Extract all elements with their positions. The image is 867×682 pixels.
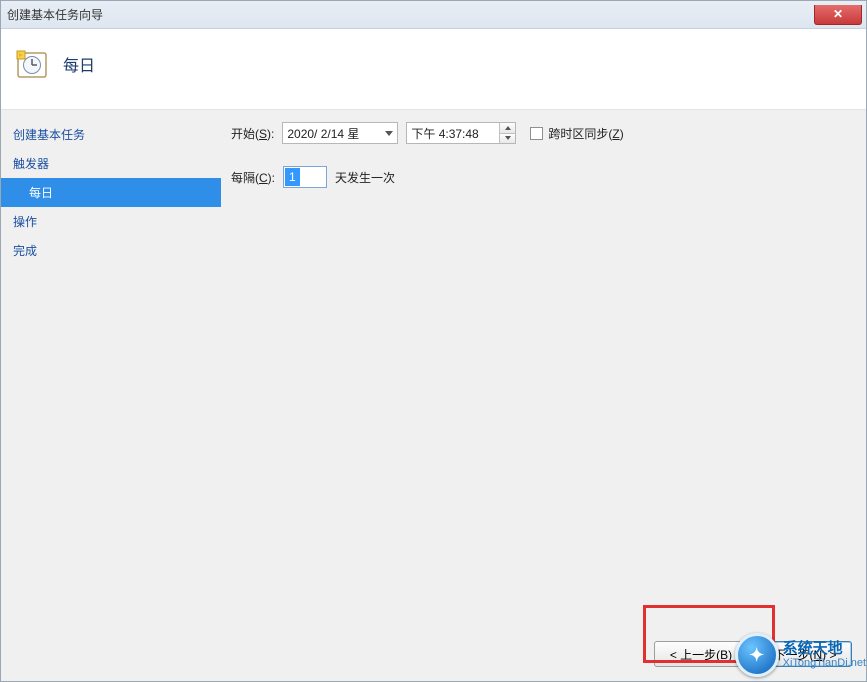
- wizard-content: 开始(S): 2020/ 2/14 星 下午 4:37:48: [221, 110, 866, 681]
- arrow-down-icon: [505, 136, 511, 140]
- wizard-header: 每日: [1, 29, 866, 110]
- sidebar-item-label: 完成: [13, 244, 37, 258]
- spinner-up-button[interactable]: [500, 123, 515, 133]
- chevron-down-icon: [385, 131, 393, 136]
- next-button[interactable]: 下一步(N) >: [758, 641, 852, 667]
- page-title: 每日: [63, 52, 95, 76]
- start-time-picker[interactable]: 下午 4:37:48: [406, 122, 516, 144]
- wizard-body: 创建基本任务 触发器 每日 操作 完成 开始(S): 2020/: [1, 110, 866, 681]
- time-spinner: [499, 123, 515, 143]
- sidebar-item-label: 操作: [13, 215, 37, 229]
- sync-timezone-checkbox[interactable]: [530, 127, 543, 140]
- arrow-up-icon: [505, 126, 511, 130]
- wizard-window: 创建基本任务向导 ✕ 每日 创建基本任务 触发器: [0, 0, 867, 682]
- recur-suffix-label: 天发生一次: [335, 169, 395, 186]
- sidebar-item-action[interactable]: 操作: [1, 207, 221, 236]
- start-row: 开始(S): 2020/ 2/14 星 下午 4:37:48: [231, 122, 856, 144]
- recur-days-value: 1: [285, 168, 300, 186]
- spinner-down-button[interactable]: [500, 133, 515, 144]
- recur-row: 每隔(C): 1 天发生一次: [231, 166, 856, 188]
- schedule-icon: [15, 47, 49, 81]
- recur-label: 每隔(C):: [231, 169, 275, 186]
- start-label: 开始(S):: [231, 125, 274, 142]
- recur-days-input[interactable]: 1: [283, 166, 327, 188]
- time-value: 下午 4:37:48: [411, 125, 478, 142]
- date-value: 2020/ 2/14 星: [287, 125, 359, 142]
- sidebar-item-label: 每日: [29, 186, 53, 200]
- sync-timezone-label: 跨时区同步(Z): [548, 125, 623, 142]
- wizard-footer: < 上一步(B) 下一步(N) >: [654, 641, 852, 667]
- sidebar-item-trigger[interactable]: 触发器: [1, 149, 221, 178]
- start-date-picker[interactable]: 2020/ 2/14 星: [282, 122, 398, 144]
- titlebar: 创建基本任务向导 ✕: [1, 1, 866, 29]
- sidebar-item-label: 创建基本任务: [13, 128, 85, 142]
- window-title: 创建基本任务向导: [7, 6, 103, 23]
- sidebar-item-create-basic-task[interactable]: 创建基本任务: [1, 120, 221, 149]
- wizard-steps-sidebar: 创建基本任务 触发器 每日 操作 完成: [1, 110, 221, 681]
- close-button[interactable]: ✕: [814, 5, 862, 25]
- sync-timezone-option: 跨时区同步(Z): [530, 125, 623, 142]
- back-button[interactable]: < 上一步(B): [654, 641, 748, 667]
- sidebar-item-label: 触发器: [13, 157, 49, 171]
- sidebar-item-daily[interactable]: 每日: [1, 178, 221, 207]
- close-icon: ✕: [833, 7, 843, 21]
- sidebar-item-finish[interactable]: 完成: [1, 236, 221, 265]
